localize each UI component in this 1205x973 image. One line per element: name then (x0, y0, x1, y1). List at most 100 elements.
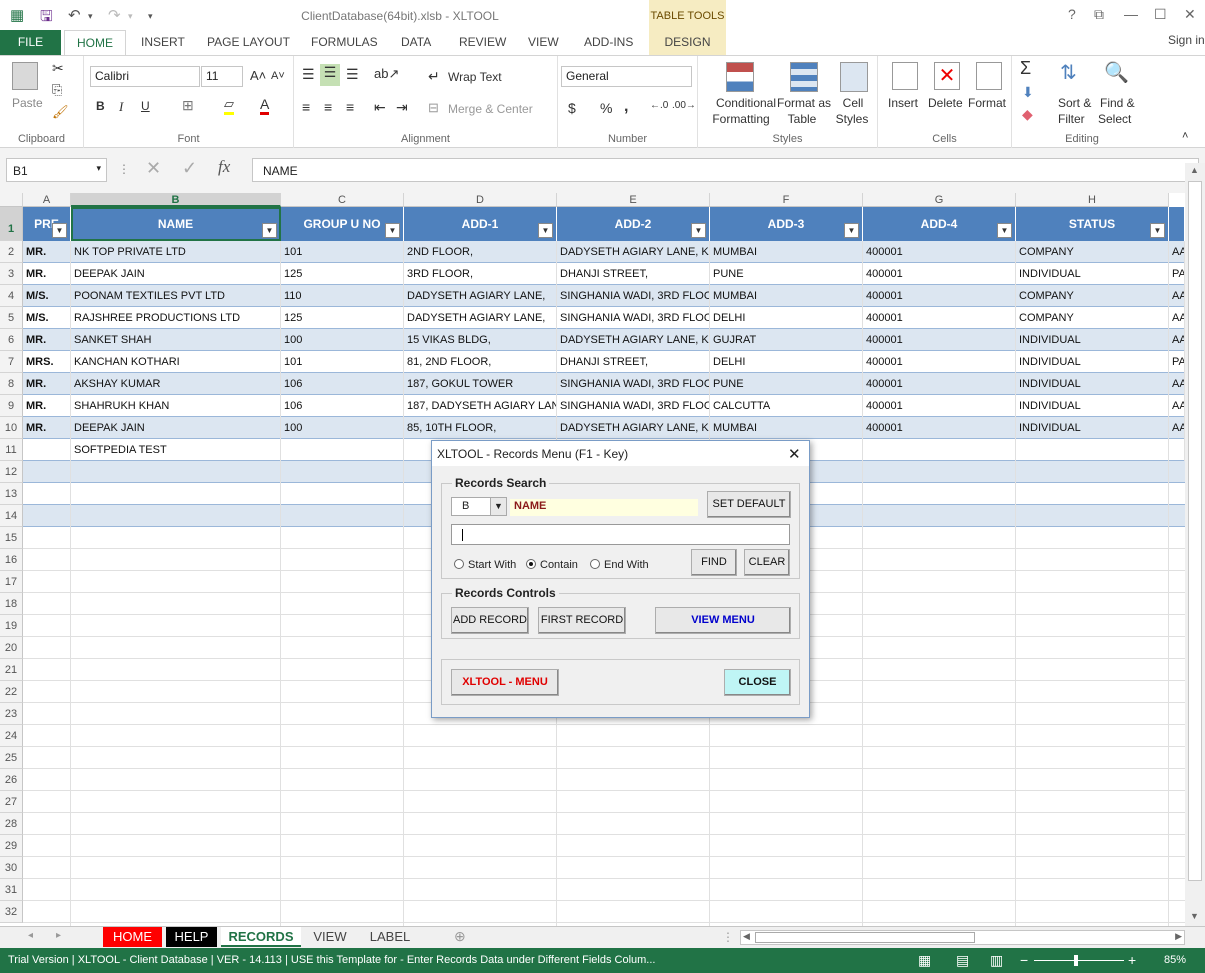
wrap-text-icon[interactable]: ↵ (428, 68, 440, 85)
align-right-icon[interactable]: ≡ (346, 99, 354, 115)
increase-decimal-icon[interactable]: ←.0 (650, 100, 668, 111)
table-cell[interactable]: MUMBAI (710, 285, 863, 307)
top-align-icon[interactable]: ☰ (302, 66, 315, 83)
cancel-icon[interactable]: ✕ (146, 158, 161, 179)
filter-dropdown-icon[interactable]: ▼ (52, 223, 67, 238)
zoom-in-icon[interactable]: + (1128, 948, 1136, 973)
table-cell[interactable]: MR. (23, 395, 71, 417)
table-header-name[interactable]: NAME ▼ (71, 207, 281, 241)
table-cell[interactable]: 125 (281, 307, 404, 329)
column-header-d[interactable]: D (404, 193, 557, 207)
shrink-font-icon[interactable]: A˅ (271, 70, 285, 82)
table-cell[interactable]: AKSHAY KUMAR (71, 373, 281, 395)
select-all-corner[interactable] (0, 193, 23, 207)
format-as-table-label-2[interactable]: Table (782, 112, 822, 126)
tab-home[interactable]: HOME (64, 30, 126, 56)
wrap-text-button[interactable]: Wrap Text (448, 70, 502, 84)
end-with-radio[interactable]: End With (590, 559, 649, 571)
filter-dropdown-icon[interactable]: ▼ (262, 223, 277, 238)
currency-button[interactable]: $ (568, 100, 576, 116)
sign-in-link[interactable]: Sign in (1168, 33, 1205, 47)
table-cell[interactable]: 101 (281, 351, 404, 373)
find-select-label-2[interactable]: Select (1098, 112, 1131, 126)
table-cell[interactable]: DHANJI STREET, (557, 263, 710, 285)
filter-dropdown-icon[interactable]: ▼ (844, 223, 859, 238)
table-header-add-2[interactable]: ADD-2 ▼ (557, 207, 710, 241)
row-header[interactable]: 19 (0, 615, 23, 637)
table-cell[interactable]: DADYSETH AGIARY LANE, (404, 307, 557, 329)
table-cell[interactable]: MR. (23, 417, 71, 439)
table-header-add-3[interactable]: ADD-3 ▼ (710, 207, 863, 241)
format-cells-icon[interactable] (976, 62, 1002, 90)
table-cell[interactable]: PUNE (710, 373, 863, 395)
cell-styles-label-1[interactable]: Cell (838, 96, 868, 110)
table-cell[interactable]: SINGHANIA WADI, 3RD FLOO (557, 373, 710, 395)
tab-insert[interactable]: INSERT (141, 35, 185, 49)
tab-formulas[interactable]: FORMULAS (311, 35, 378, 49)
merge-center-button[interactable]: Merge & Center (448, 102, 533, 116)
merge-center-icon[interactable]: ⊟ (428, 100, 439, 116)
scroll-up-icon[interactable]: ▲ (1190, 165, 1199, 175)
table-cell[interactable]: MUMBAI (710, 417, 863, 439)
cell-styles-icon[interactable] (840, 62, 868, 92)
decrease-indent-icon[interactable]: ⇤ (374, 99, 386, 116)
table-cell[interactable]: 81, 2ND FLOOR, (404, 351, 557, 373)
close-button[interactable]: CLOSE (724, 669, 791, 696)
row-header[interactable]: 26 (0, 769, 23, 791)
table-header-add-1[interactable]: ADD-1 ▼ (404, 207, 557, 241)
table-cell[interactable]: 400001 (863, 373, 1016, 395)
table-cell[interactable]: 2ND FLOOR, (404, 241, 557, 263)
name-box-dropdown-icon[interactable]: ▾ (96, 163, 101, 174)
table-cell[interactable]: CALCUTTA (710, 395, 863, 417)
collapse-ribbon-icon[interactable]: ˄ (1182, 130, 1188, 142)
table-cell[interactable]: DEEPAK JAIN (71, 263, 281, 285)
close-window-icon[interactable]: ✕ (1184, 6, 1196, 23)
table-cell[interactable]: PA (1169, 263, 1185, 285)
table-cell[interactable]: DELHI (710, 351, 863, 373)
table-cell[interactable]: INDIVIDUAL (1016, 395, 1169, 417)
paste-button[interactable]: Paste (12, 96, 43, 110)
fill-icon[interactable]: ⬇ (1022, 84, 1034, 101)
row-header[interactable]: 13 (0, 483, 23, 505)
table-header-add-4[interactable]: ADD-4 ▼ (863, 207, 1016, 241)
increase-indent-icon[interactable]: ⇥ (396, 99, 408, 116)
percent-button[interactable]: % (600, 100, 612, 116)
table-cell[interactable]: 100 (281, 417, 404, 439)
vertical-scrollbar[interactable]: ▲ ▼ (1185, 163, 1205, 926)
table-cell[interactable]: GUJRAT (710, 329, 863, 351)
table-cell[interactable]: COMPANY (1016, 307, 1169, 329)
sort-filter-label-2[interactable]: Filter (1058, 112, 1085, 126)
next-sheet-icon[interactable]: ▸ (56, 930, 61, 941)
table-cell[interactable]: DELHI (710, 307, 863, 329)
page-break-view-icon[interactable]: ▥ (990, 948, 1003, 973)
table-cell[interactable]: MUMBAI (710, 241, 863, 263)
border-icon[interactable]: ⊞ (182, 97, 194, 114)
dialog-close-icon[interactable]: ✕ (788, 445, 801, 463)
tab-data[interactable]: DATA (401, 35, 431, 49)
row-header[interactable]: 27 (0, 791, 23, 813)
font-size-select[interactable]: 11 (201, 66, 243, 87)
table-cell[interactable]: NK TOP PRIVATE LTD (71, 241, 281, 263)
conditional-formatting-label-2[interactable]: Formatting (704, 112, 778, 126)
first-record-button[interactable]: FIRST RECORD (538, 607, 626, 634)
table-cell[interactable]: 3RD FLOOR, (404, 263, 557, 285)
row-header[interactable]: 1 (0, 207, 23, 241)
row-header[interactable]: 30 (0, 857, 23, 879)
row-header[interactable]: 17 (0, 571, 23, 593)
row-header[interactable]: 25 (0, 747, 23, 769)
row-header[interactable]: 11 (0, 439, 23, 461)
table-cell[interactable]: DADYSETH AGIARY LANE, KAL (557, 417, 710, 439)
minimize-icon[interactable]: — (1124, 6, 1138, 22)
grow-font-icon[interactable]: A˄ (250, 68, 266, 83)
table-cell[interactable]: SOFTPEDIA TEST (71, 439, 281, 461)
table-header-pre[interactable]: PRE ▼ (23, 207, 71, 241)
insert-cells-icon[interactable] (892, 62, 918, 90)
fill-color-icon[interactable]: ▱ (224, 96, 234, 115)
tab-review[interactable]: REVIEW (459, 35, 506, 49)
insert-function-button[interactable]: fx (218, 157, 230, 177)
table-cell[interactable]: INDIVIDUAL (1016, 417, 1169, 439)
start-with-radio-circle[interactable] (454, 559, 464, 569)
align-left-icon[interactable]: ≡ (302, 99, 310, 115)
sort-filter-icon[interactable]: ⇅ (1060, 60, 1077, 85)
scroll-left-icon[interactable]: ◀ (743, 931, 750, 942)
